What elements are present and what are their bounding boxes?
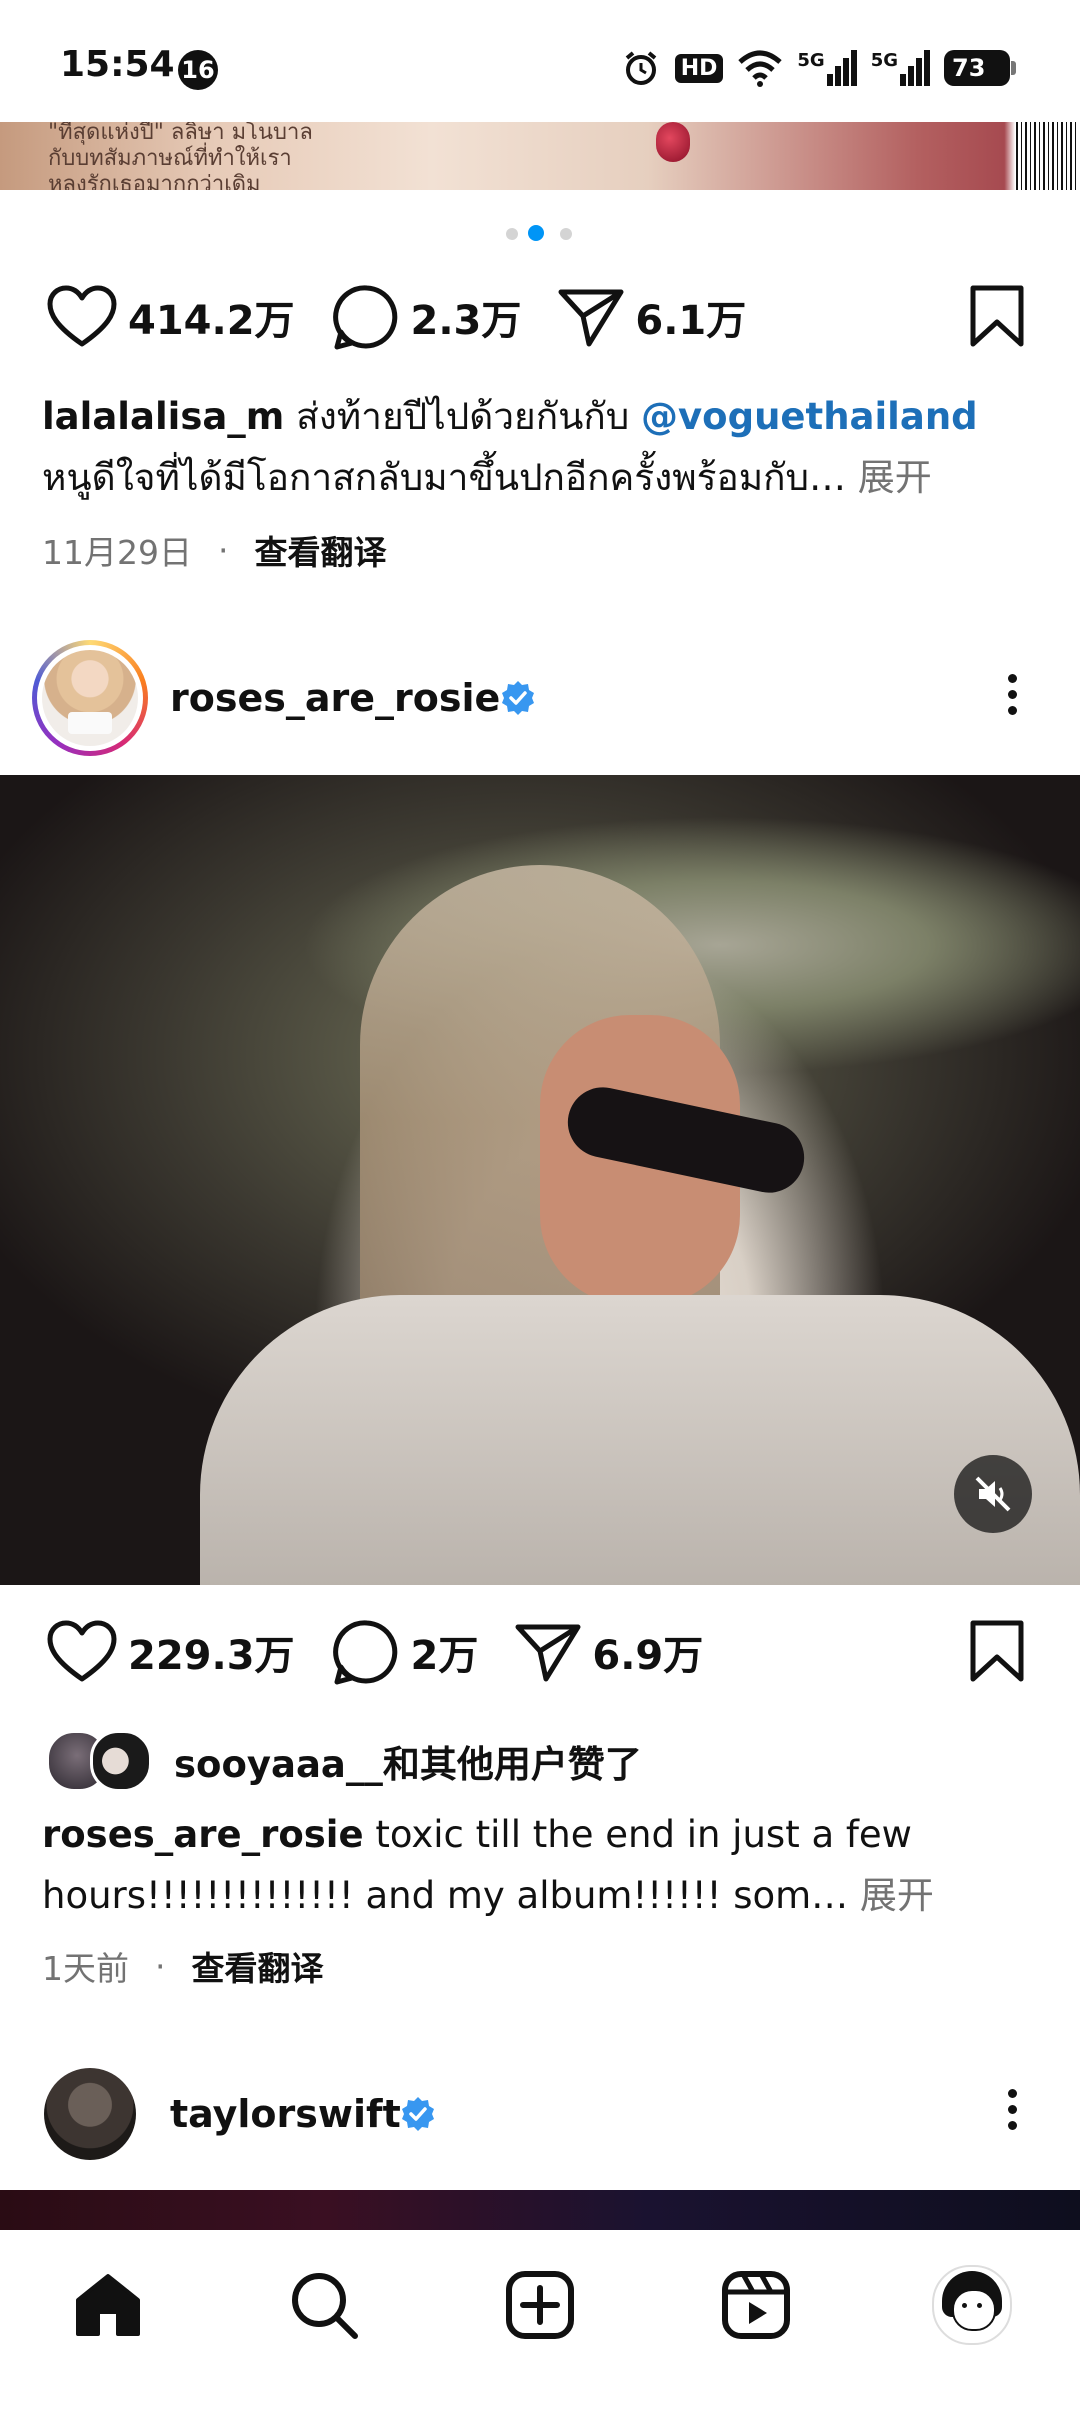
carousel-dot-active xyxy=(528,225,544,241)
liker-avatar xyxy=(90,1730,152,1792)
like-count: 414.2万 xyxy=(128,298,295,344)
post3-media-preview[interactable] xyxy=(0,2190,1080,2230)
bookmark-icon[interactable] xyxy=(968,284,1026,348)
create-icon xyxy=(506,2271,574,2339)
nav-reels-button[interactable] xyxy=(716,2265,796,2345)
liked-by-text: sooyaaa__和其他用户赞了 xyxy=(174,1743,642,1786)
post-date: 11月29日 xyxy=(42,533,192,572)
share-button[interactable]: 6.1万 xyxy=(557,286,746,348)
post2-caption: roses_are_rosie toxic till the end in ju… xyxy=(42,1804,1022,1926)
carousel-dot xyxy=(506,228,518,240)
bookmark-icon[interactable] xyxy=(968,1619,1026,1683)
see-translation-link[interactable]: 查看翻译 xyxy=(192,1942,324,1990)
post1-caption: lalalalisa_m ส่งท้ายปีไปด้วยกันกับ @vogu… xyxy=(42,386,1042,508)
post2-avatar[interactable] xyxy=(32,640,148,756)
comment-icon xyxy=(332,1620,397,1685)
post1-meta: 11月29日 · 查看翻译 xyxy=(42,526,386,574)
search-icon xyxy=(292,2273,358,2339)
notification-count-badge: 16 xyxy=(178,50,218,90)
post3-more-options-icon[interactable] xyxy=(1008,2082,1018,2137)
hd-label: HD xyxy=(674,53,724,83)
signal-5g-1: 5G xyxy=(797,50,857,86)
barcode-graphic xyxy=(1016,122,1076,190)
like-count: 229.3万 xyxy=(128,1633,295,1679)
heart-icon xyxy=(47,1620,117,1682)
like-button[interactable]: 414.2万 xyxy=(46,284,295,350)
nav-create-button[interactable] xyxy=(500,2265,580,2345)
verified-badge-icon xyxy=(502,681,534,715)
network-type-label: 5G xyxy=(870,50,898,71)
status-time: 15:54 xyxy=(60,44,175,85)
comment-icon xyxy=(332,285,397,350)
comment-button[interactable]: 2万 xyxy=(332,1618,479,1686)
carousel-dot xyxy=(560,228,572,240)
alarm-icon xyxy=(625,51,656,85)
separator-dot: · xyxy=(217,530,229,570)
post2-actions: 229.3万 2万 6.9万 xyxy=(46,1618,703,1686)
send-icon xyxy=(515,1624,581,1682)
image-overlay-text: "ที่สุดแห่งปี" ลลิษา มโนบาล กับบทสัมภาษณ… xyxy=(48,122,313,190)
post3-username[interactable]: taylorswift xyxy=(170,2092,401,2136)
send-icon xyxy=(558,289,624,347)
post1-actions: 414.2万 2.3万 6.1万 xyxy=(46,283,746,351)
mention-link[interactable]: @voguethailand xyxy=(641,395,978,438)
nav-home-button[interactable] xyxy=(68,2265,148,2345)
like-button[interactable]: 229.3万 xyxy=(46,1619,295,1685)
network-type-label: 5G xyxy=(797,50,825,71)
caption-username[interactable]: lalalalisa_m xyxy=(42,395,284,438)
muted-speaker-icon xyxy=(975,1476,1011,1512)
post2-meta: 1天前 · 查看翻译 xyxy=(42,1942,324,1990)
comment-button[interactable]: 2.3万 xyxy=(332,283,522,351)
battery-indicator: 73 xyxy=(944,50,1016,86)
post3-avatar[interactable] xyxy=(44,2068,136,2160)
caption-text-line2: หนูดีใจที่ได้มีโอกาสกลับมาขึ้นปกอีกครั้ง… xyxy=(42,456,847,499)
hd-icon: HD xyxy=(674,53,724,83)
comment-count: 2万 xyxy=(410,1633,479,1679)
reels-icon xyxy=(722,2271,790,2339)
share-count: 6.1万 xyxy=(635,298,747,344)
image-text-line: กับบทสัมภาษณ์ที่ทำให้เรา xyxy=(48,146,292,171)
verified-badge-icon xyxy=(402,2097,434,2131)
post2-username[interactable]: roses_are_rosie xyxy=(170,676,500,720)
nav-profile-button[interactable] xyxy=(932,2265,1012,2345)
expand-caption-button[interactable]: 展开 xyxy=(846,456,932,499)
home-icon xyxy=(76,2274,140,2336)
see-translation-link[interactable]: 查看翻译 xyxy=(254,526,386,574)
wifi-icon xyxy=(738,50,783,87)
comment-count: 2.3万 xyxy=(410,298,522,344)
liked-by-row[interactable]: sooyaaa__和其他用户赞了 xyxy=(46,1730,642,1792)
video-sweater xyxy=(200,1295,1080,1585)
ring-jewel xyxy=(656,122,690,162)
nav-search-button[interactable] xyxy=(284,2265,364,2345)
post-image-carousel[interactable]: "ที่สุดแห่งปี" ลลิษา มโนบาล กับบทสัมภาษณ… xyxy=(0,122,1080,190)
share-button[interactable]: 6.9万 xyxy=(514,1621,703,1683)
post-date: 1天前 xyxy=(42,1949,129,1988)
mute-toggle-button[interactable] xyxy=(954,1455,1032,1533)
share-count: 6.9万 xyxy=(592,1633,704,1679)
caption-text: ส่งท้ายปีไปด้วยกันกับ xyxy=(284,395,642,438)
signal-5g-2: 5G xyxy=(871,50,930,86)
expand-caption-button[interactable]: 展开 xyxy=(848,1874,934,1917)
profile-avatar xyxy=(932,2265,1012,2345)
heart-icon xyxy=(47,285,117,347)
image-text-line: หลงรักเธอมากกว่าเดิม xyxy=(48,172,261,190)
caption-username[interactable]: roses_are_rosie xyxy=(42,1813,364,1856)
separator-dot: · xyxy=(155,1946,166,1986)
image-text-line: "ที่สุดแห่งปี" ลลิษา มโนบาล xyxy=(48,122,313,145)
post2-video[interactable] xyxy=(0,775,1080,1585)
status-icons: HD 5G 5G 73 xyxy=(621,44,1016,92)
post2-more-options-icon[interactable] xyxy=(1008,667,1018,722)
